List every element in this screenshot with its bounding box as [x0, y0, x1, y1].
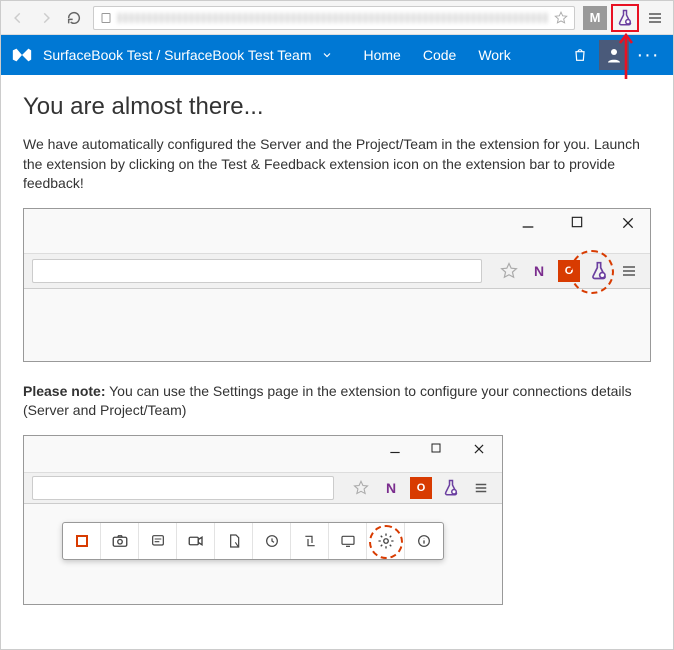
clock-icon [253, 523, 291, 559]
star-icon [498, 260, 520, 282]
video-icon [177, 523, 215, 559]
header-nav: Home Code Work [363, 47, 510, 63]
illustration-extension-toolbar: N O [23, 435, 503, 605]
screen-icon [329, 523, 367, 559]
project-breadcrumb[interactable]: SurfaceBook Test / SurfaceBook Test Team [43, 47, 311, 63]
address-bar[interactable] [93, 6, 575, 30]
back-button[interactable] [5, 5, 31, 31]
flask-extension-icon [440, 477, 462, 499]
extension-m-icon[interactable]: M [583, 6, 607, 30]
window-close-icon [620, 215, 640, 231]
settings-gear-icon [367, 523, 405, 559]
office-icon: O [558, 260, 580, 282]
forward-button[interactable] [33, 5, 59, 31]
camera-icon [101, 523, 139, 559]
feedback-toolbar [62, 522, 444, 560]
window-close-icon [472, 442, 492, 456]
note-label: Please note: [23, 383, 105, 399]
office-icon: O [410, 477, 432, 499]
menu-icon [618, 260, 640, 282]
intro-paragraph: We have automatically configured the Ser… [23, 135, 651, 194]
flask-extension-icon [588, 260, 610, 282]
nav-home[interactable]: Home [363, 47, 400, 63]
page-icon [100, 12, 112, 24]
visual-studio-logo-icon [11, 44, 33, 66]
star-icon [350, 477, 372, 499]
page-heading: You are almost there... [23, 93, 651, 121]
window-maximize-icon [430, 442, 450, 456]
window-minimize-icon [388, 442, 408, 456]
note-icon [139, 523, 177, 559]
note-text: You can use the Settings page in the ext… [23, 383, 632, 419]
more-menu-icon[interactable]: ··· [633, 40, 663, 70]
onenote-icon: N [380, 477, 402, 499]
test-feedback-extension-icon[interactable] [613, 6, 637, 30]
browser-menu-icon[interactable] [641, 4, 669, 32]
nav-code[interactable]: Code [423, 47, 456, 63]
browser-toolbar: M [1, 1, 673, 35]
onenote-icon: N [528, 260, 550, 282]
window-maximize-icon [570, 215, 590, 231]
window-minimize-icon [520, 215, 540, 231]
reload-button[interactable] [61, 5, 87, 31]
shopping-bag-icon[interactable] [565, 40, 595, 70]
menu-icon [470, 477, 492, 499]
breadcrumb-chevron-icon[interactable] [321, 49, 333, 61]
profile-icon[interactable] [599, 40, 629, 70]
note-paragraph: Please note: You can use the Settings pa… [23, 382, 651, 421]
workitem-icon [291, 523, 329, 559]
bookmark-star-icon[interactable] [554, 11, 568, 25]
illustration-browser-extension: N O [23, 208, 651, 362]
record-icon [63, 523, 101, 559]
app-header: SurfaceBook Test / SurfaceBook Test Team… [1, 35, 673, 75]
info-icon [405, 523, 443, 559]
document-icon [215, 523, 253, 559]
nav-work[interactable]: Work [478, 47, 510, 63]
